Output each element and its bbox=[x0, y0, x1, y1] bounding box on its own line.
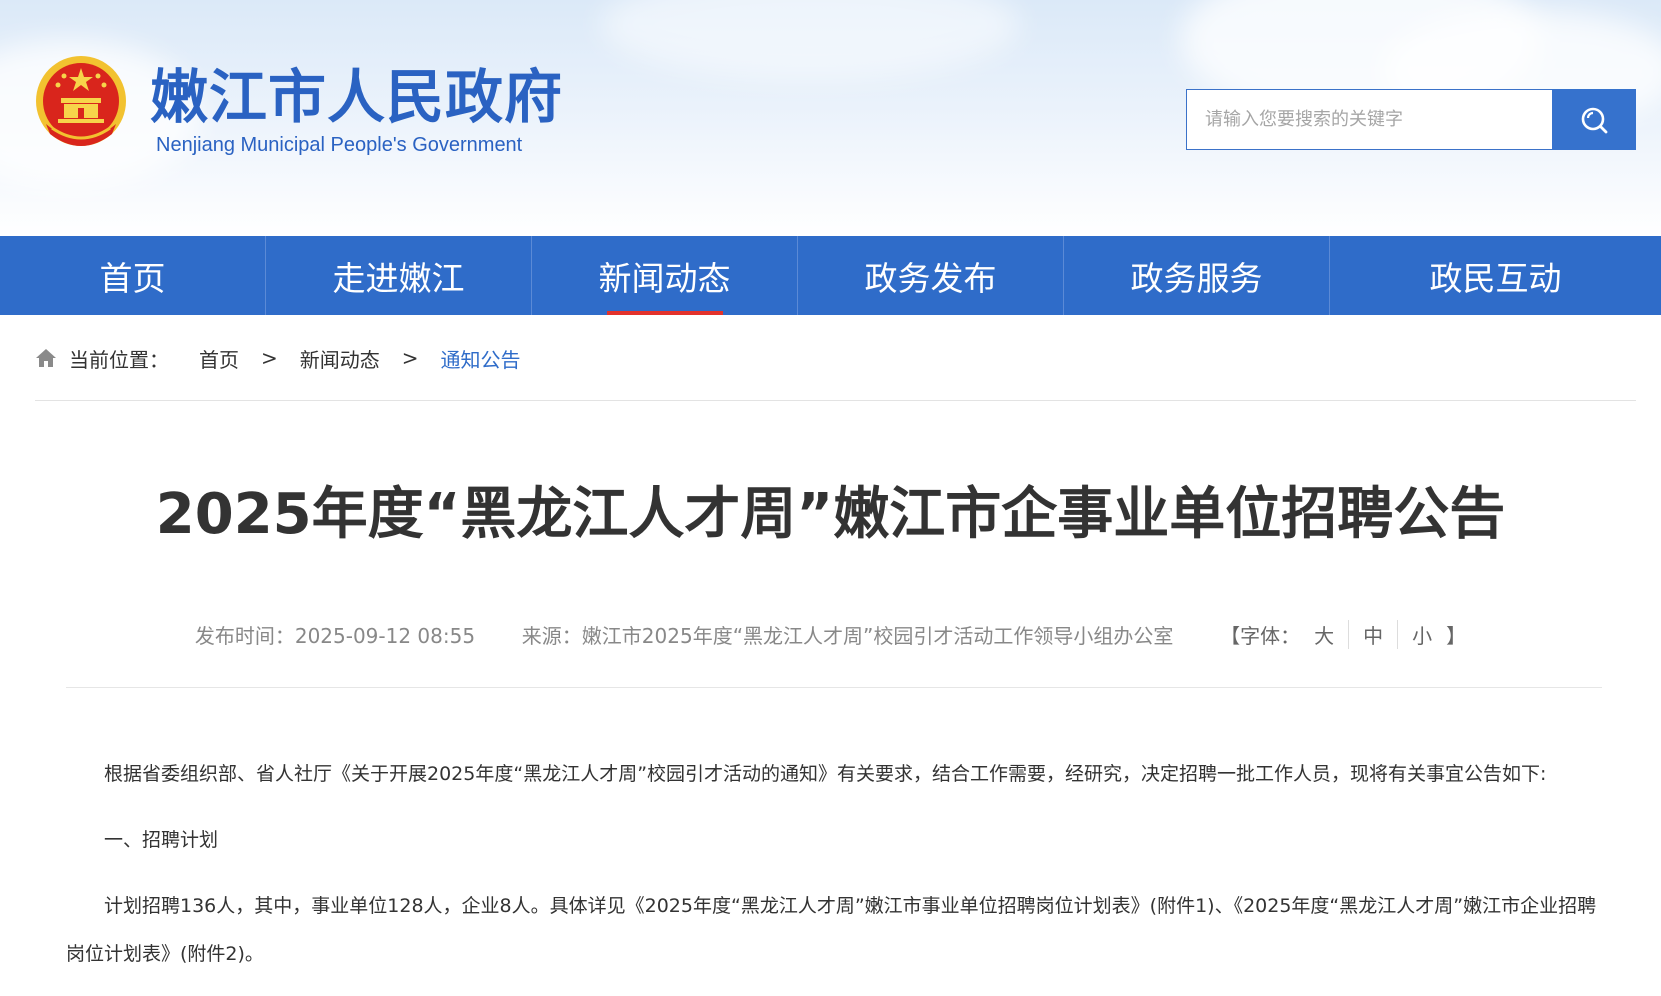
nav-item-home[interactable]: 首页 bbox=[0, 236, 266, 315]
source-value: 嫩江市2025年度“黑龙江人才周”校园引才活动工作领导小组办公室 bbox=[581, 624, 1174, 648]
font-size-medium-button[interactable]: 中 bbox=[1348, 620, 1397, 649]
source-label: 来源： bbox=[521, 624, 582, 648]
breadcrumb-separator: > bbox=[261, 346, 278, 370]
breadcrumb-prefix: 当前位置： bbox=[69, 347, 169, 372]
nav-item-label: 首页 bbox=[99, 258, 166, 298]
nav-item-government-services[interactable]: 政务服务 bbox=[1064, 236, 1330, 315]
font-size-large-button[interactable]: 大 bbox=[1300, 620, 1348, 649]
search-bar bbox=[1186, 89, 1636, 150]
article-paragraph: 根据省委组织部、省人社厅《关于开展2025年度“黑龙江人才周”校园引才活动的通知… bbox=[104, 763, 1547, 785]
national-emblem-icon[interactable] bbox=[34, 54, 128, 154]
nav-item-about-nenjiang[interactable]: 走进嫩江 bbox=[266, 236, 532, 315]
site-title[interactable]: 嫩江市人民政府 bbox=[150, 62, 563, 132]
search-icon bbox=[1581, 107, 1608, 133]
article-section-heading: 一、招聘计划 bbox=[104, 829, 219, 851]
search-button[interactable] bbox=[1552, 89, 1636, 150]
article-title: 2025年度“黑龙江人才周”嫩江市企事业单位招聘公告 bbox=[155, 482, 1506, 547]
breadcrumb-separator: > bbox=[401, 346, 419, 370]
nav-item-label: 新闻动态 bbox=[598, 258, 731, 298]
published-time: 2025-09-12 08:55 bbox=[294, 624, 476, 648]
nav-item-label: 政务服务 bbox=[1130, 258, 1263, 298]
nav-item-public-interaction[interactable]: 政民互动 bbox=[1330, 236, 1661, 315]
breadcrumb-item-notices[interactable]: 通知公告 bbox=[441, 344, 521, 373]
font-size-label: 【字体： bbox=[1220, 624, 1301, 648]
nav-item-label: 政务发布 bbox=[864, 258, 997, 298]
article-body: 根据省委组织部、省人社厅《关于开展2025年度“黑龙江人才周”校园引才活动的通知… bbox=[66, 750, 1606, 996]
nav-item-government-releases[interactable]: 政务发布 bbox=[798, 236, 1064, 315]
article-meta: 发布时间：2025-09-12 08:55 来源：嫩江市2025年度“黑龙江人才… bbox=[0, 620, 1661, 649]
nav-item-label: 政民互动 bbox=[1429, 258, 1562, 298]
breadcrumb-item-home[interactable]: 首页 bbox=[199, 344, 239, 373]
nav-item-label: 走进嫩江 bbox=[332, 258, 465, 298]
article-paragraph: 计划招聘136人，其中，事业单位128人，企业8人。具体详见《2025年度“黑龙… bbox=[66, 895, 1597, 965]
home-icon bbox=[36, 349, 56, 367]
nav-item-news[interactable]: 新闻动态 bbox=[532, 236, 798, 315]
main-nav: 首页 走进嫩江 新闻动态 政务发布 政务服务 政民互动 bbox=[0, 236, 1661, 315]
font-size-label-close: 】 bbox=[1446, 624, 1467, 648]
site-subtitle: Nenjiang Municipal People's Government bbox=[156, 134, 523, 156]
breadcrumb: 当前位置： 首页 > 新闻动态 > 通知公告 bbox=[35, 340, 521, 376]
published-label: 发布时间： bbox=[194, 624, 295, 648]
site-header: 嫩江市人民政府 Nenjiang Municipal People's Gove… bbox=[0, 0, 1661, 236]
divider bbox=[35, 400, 1636, 401]
search-input[interactable] bbox=[1186, 89, 1552, 150]
font-size-small-button[interactable]: 小 bbox=[1397, 620, 1446, 649]
breadcrumb-item-news[interactable]: 新闻动态 bbox=[300, 344, 380, 373]
active-nav-indicator bbox=[606, 311, 723, 315]
cloud-decoration bbox=[600, 0, 1020, 80]
divider bbox=[66, 687, 1602, 688]
